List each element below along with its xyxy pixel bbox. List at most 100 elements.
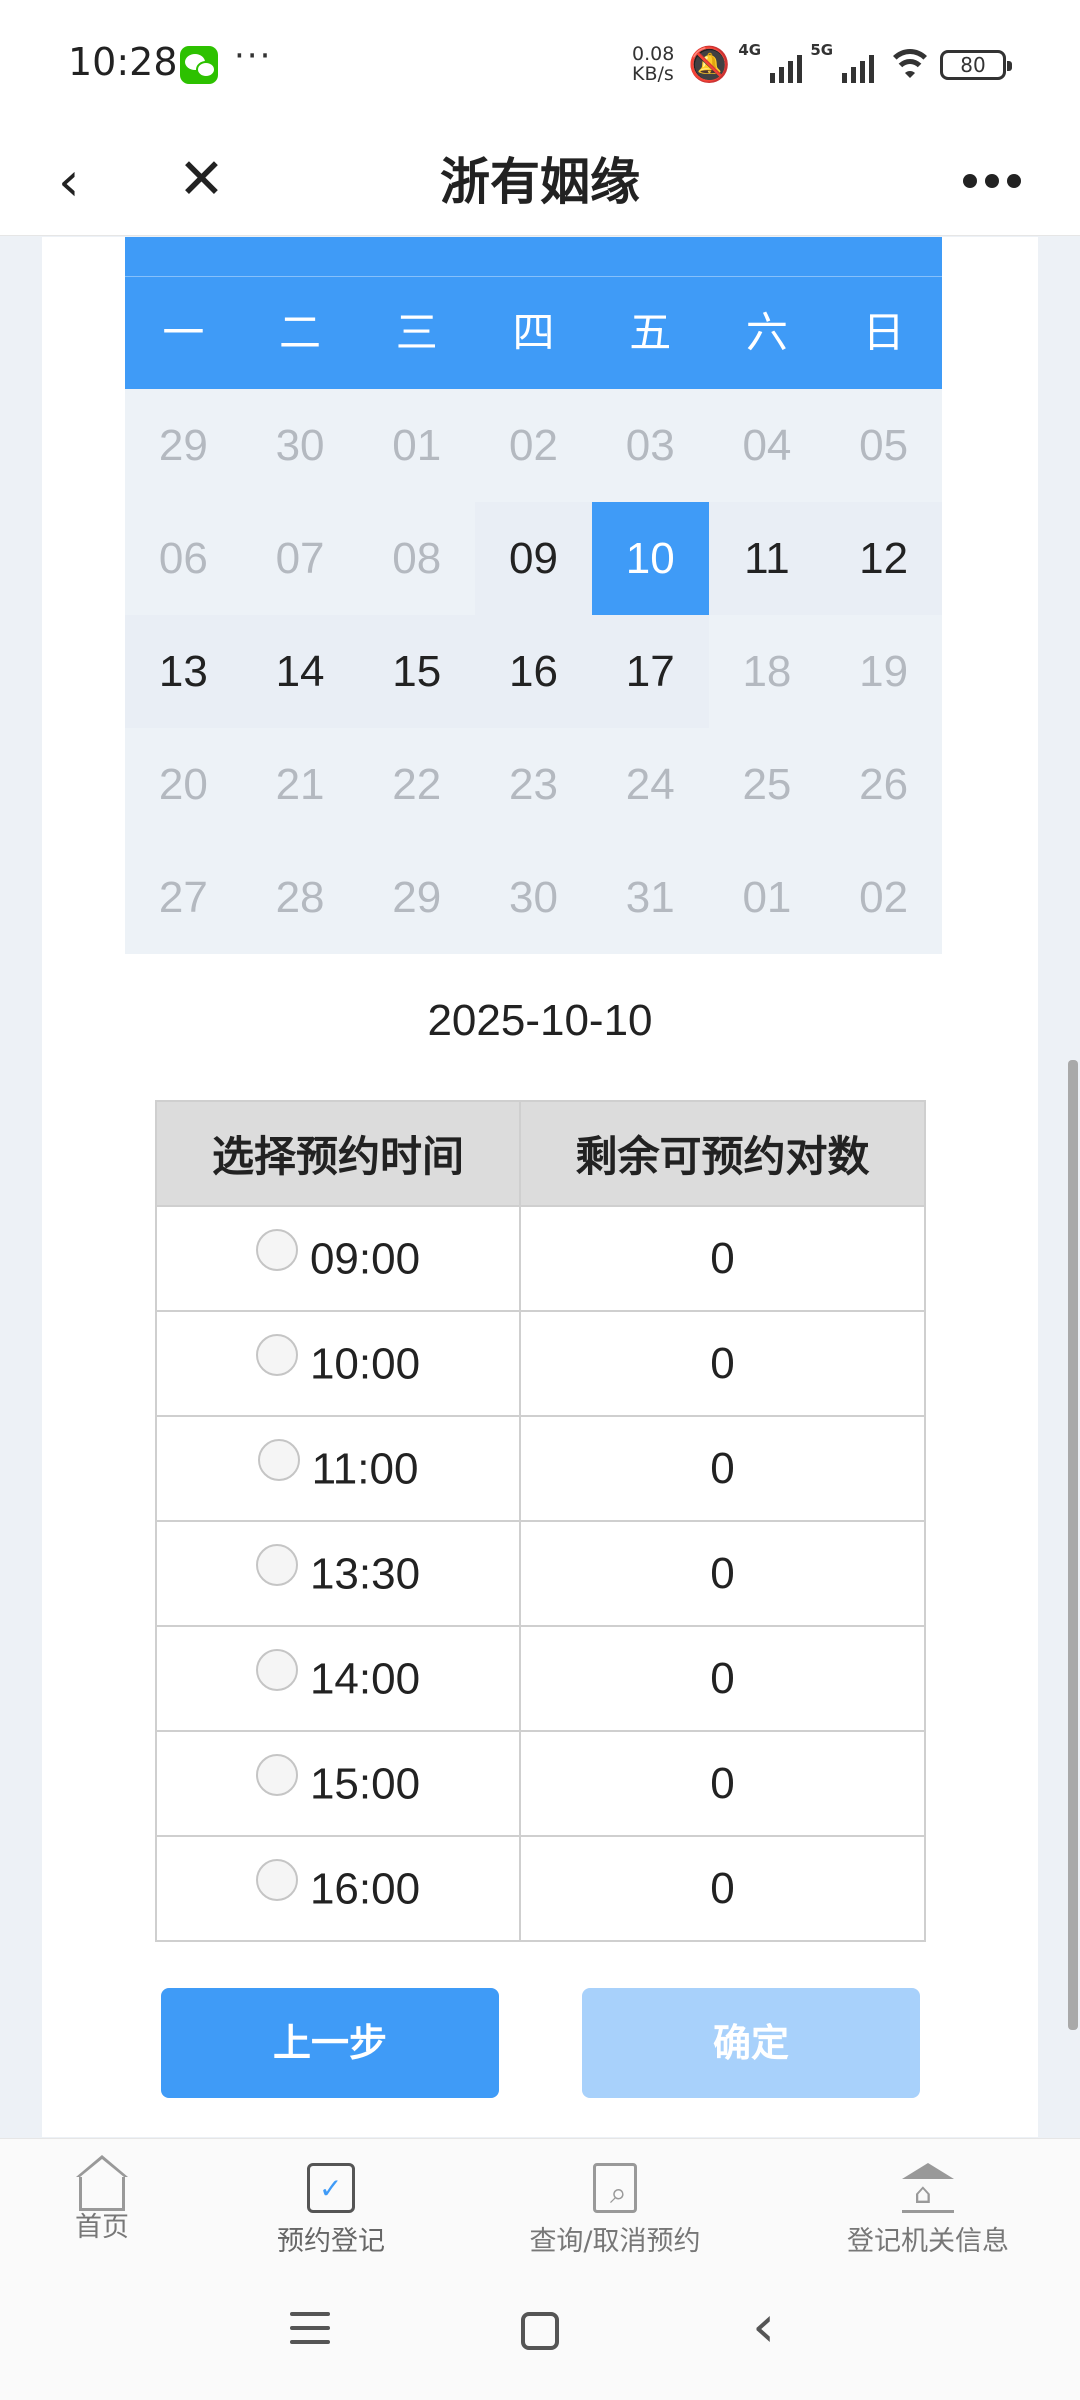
time-slot-cell[interactable]: 11:00 xyxy=(155,1415,521,1522)
calendar-day[interactable]: 14 xyxy=(241,615,359,728)
calendar-day: 24 xyxy=(625,760,675,809)
time-slot-cell[interactable]: 15:00 xyxy=(155,1730,521,1837)
table-row: 16:00 0 xyxy=(155,1835,926,1942)
more-options-icon[interactable] xyxy=(963,174,1021,188)
calendar-day: 28 xyxy=(275,873,325,922)
weekday-label: 三 xyxy=(395,308,438,357)
bottom-nav: 首页 预约登记 查询/取消预约 登记机关信息 xyxy=(0,2138,1080,2270)
calendar-day: 22 xyxy=(392,760,442,809)
calendar-day: 31 xyxy=(625,873,675,922)
table-row: 15:00 0 xyxy=(155,1730,926,1837)
time-slot-cell[interactable]: 13:30 xyxy=(155,1520,521,1627)
calendar-day: 08 xyxy=(392,534,442,583)
nav-item-appointment[interactable]: 预约登记 xyxy=(266,2163,396,2258)
weekday-label: 五 xyxy=(629,308,672,357)
remaining-count: 0 xyxy=(519,1205,926,1312)
remaining-count: 0 xyxy=(519,1835,926,1942)
scrollbar[interactable] xyxy=(1068,1060,1078,2030)
recent-apps-icon[interactable] xyxy=(290,2312,330,2354)
calendar-day: 01 xyxy=(742,873,792,922)
table-row: 10:00 0 xyxy=(155,1310,926,1417)
calendar-day-selected[interactable]: 10 xyxy=(591,502,709,615)
selected-date: 2025-10-10 xyxy=(427,996,653,1045)
time-slot-cell[interactable]: 14:00 xyxy=(155,1625,521,1732)
nav-item-query-cancel[interactable]: 查询/取消预约 xyxy=(520,2163,710,2258)
calendar-check-icon xyxy=(307,2163,355,2213)
time-slot-radio[interactable] xyxy=(257,1438,300,1481)
network-speed: 0.08 KB/s xyxy=(632,44,674,84)
time-slot-label: 15:00 xyxy=(309,1759,421,1809)
time-slot-label: 14:00 xyxy=(309,1654,421,1704)
calendar-day: 18 xyxy=(742,647,792,696)
remaining-count: 0 xyxy=(519,1415,926,1522)
time-slot-radio[interactable] xyxy=(255,1648,298,1691)
network-speed-unit: KB/s xyxy=(632,63,674,85)
time-slot-radio[interactable] xyxy=(255,1333,298,1376)
time-slot-radio[interactable] xyxy=(255,1753,298,1796)
calendar-day: 07 xyxy=(275,534,325,583)
signal-5g-label: 5G xyxy=(810,41,834,59)
calendar-day[interactable]: 12 xyxy=(825,502,942,615)
calendar-day[interactable]: 09 xyxy=(475,502,592,615)
signal-4g-label: 4G xyxy=(738,41,762,59)
weekday-label: 一 xyxy=(162,308,205,357)
time-slot-cell[interactable]: 09:00 xyxy=(155,1205,521,1312)
home-button-icon[interactable] xyxy=(521,2312,559,2350)
time-slot-cell[interactable]: 10:00 xyxy=(155,1310,521,1417)
calendar-day: 30 xyxy=(275,421,325,470)
time-slot-cell[interactable]: 16:00 xyxy=(155,1835,521,1942)
calendar-day: 27 xyxy=(158,873,208,922)
weekday-label: 二 xyxy=(279,308,322,357)
status-bar: 10:28 ··· 0.08 KB/s 🔕 4G 5G 80 xyxy=(0,0,1080,130)
mute-bell-icon: 🔕 xyxy=(688,45,731,85)
nav-label: 查询/取消预约 xyxy=(529,2226,701,2257)
calendar-day[interactable]: 17 xyxy=(591,615,709,728)
calendar-weekday-header: 一 二 三 四 五 六 日 xyxy=(125,277,942,389)
calendar-day[interactable]: 16 xyxy=(475,615,592,728)
column-header-remaining: 剩余可预约对数 xyxy=(519,1100,926,1207)
calendar-day[interactable]: 15 xyxy=(358,615,476,728)
nav-label: 登记机关信息 xyxy=(847,2226,1009,2257)
calendar-month-header xyxy=(125,237,942,277)
calendar-day: 04 xyxy=(742,421,792,470)
time-slot-radio[interactable] xyxy=(255,1228,298,1271)
calendar-day: 02 xyxy=(859,873,909,922)
title-bar: ‹ ✕ 浙有姻缘 xyxy=(0,130,1080,236)
remaining-count: 0 xyxy=(519,1625,926,1732)
time-slot-label: 13:30 xyxy=(309,1549,421,1599)
calendar-day: 19 xyxy=(859,647,909,696)
previous-step-button[interactable]: 上一步 xyxy=(161,1988,499,2098)
calendar-day: 01 xyxy=(392,421,442,470)
nav-item-registry-info[interactable]: 登记机关信息 xyxy=(838,2163,1018,2258)
calendar-day: 26 xyxy=(859,760,909,809)
weekday-label: 日 xyxy=(862,308,905,357)
time-slot-radio[interactable] xyxy=(255,1858,298,1901)
system-back-icon[interactable]: ‹ xyxy=(752,2296,775,2356)
nav-item-home[interactable]: 首页 xyxy=(60,2155,144,2244)
calendar-day: 06 xyxy=(158,534,208,583)
weekday-label: 四 xyxy=(512,308,555,357)
home-icon xyxy=(76,2155,128,2211)
calendar-day: 30 xyxy=(509,873,558,922)
wechat-notification-icon xyxy=(180,46,218,84)
table-row: 14:00 0 xyxy=(155,1625,926,1732)
calendar-day[interactable]: 13 xyxy=(125,615,242,728)
table-row: 11:00 0 xyxy=(155,1415,926,1522)
time-slot-radio[interactable] xyxy=(255,1543,298,1586)
signal-4g-icon: 4G xyxy=(738,41,803,83)
calendar-day: 23 xyxy=(509,760,558,809)
nav-label: 预约登记 xyxy=(277,2226,385,2257)
calendar: 一 二 三 四 五 六 日 29 30 01 02 03 04 05 06 07 08 09 10 11… xyxy=(125,237,942,954)
signal-5g-icon: 5G xyxy=(810,41,875,83)
page-title: 浙有姻缘 xyxy=(440,153,640,211)
remaining-count: 0 xyxy=(519,1520,926,1627)
calendar-day[interactable]: 11 xyxy=(708,502,826,615)
remaining-count: 0 xyxy=(519,1730,926,1837)
calendar-day: 29 xyxy=(392,873,442,922)
confirm-button[interactable]: 确定 xyxy=(582,1988,920,2098)
time-slot-label: 16:00 xyxy=(309,1864,421,1914)
calendar-days: 29 30 01 02 03 04 05 06 07 08 09 10 11 12 13 14 15 16 17 18… xyxy=(125,389,942,954)
system-nav-bar: ‹ xyxy=(0,2270,1080,2400)
calendar-day: 03 xyxy=(625,421,675,470)
weekday-label: 六 xyxy=(745,308,788,357)
